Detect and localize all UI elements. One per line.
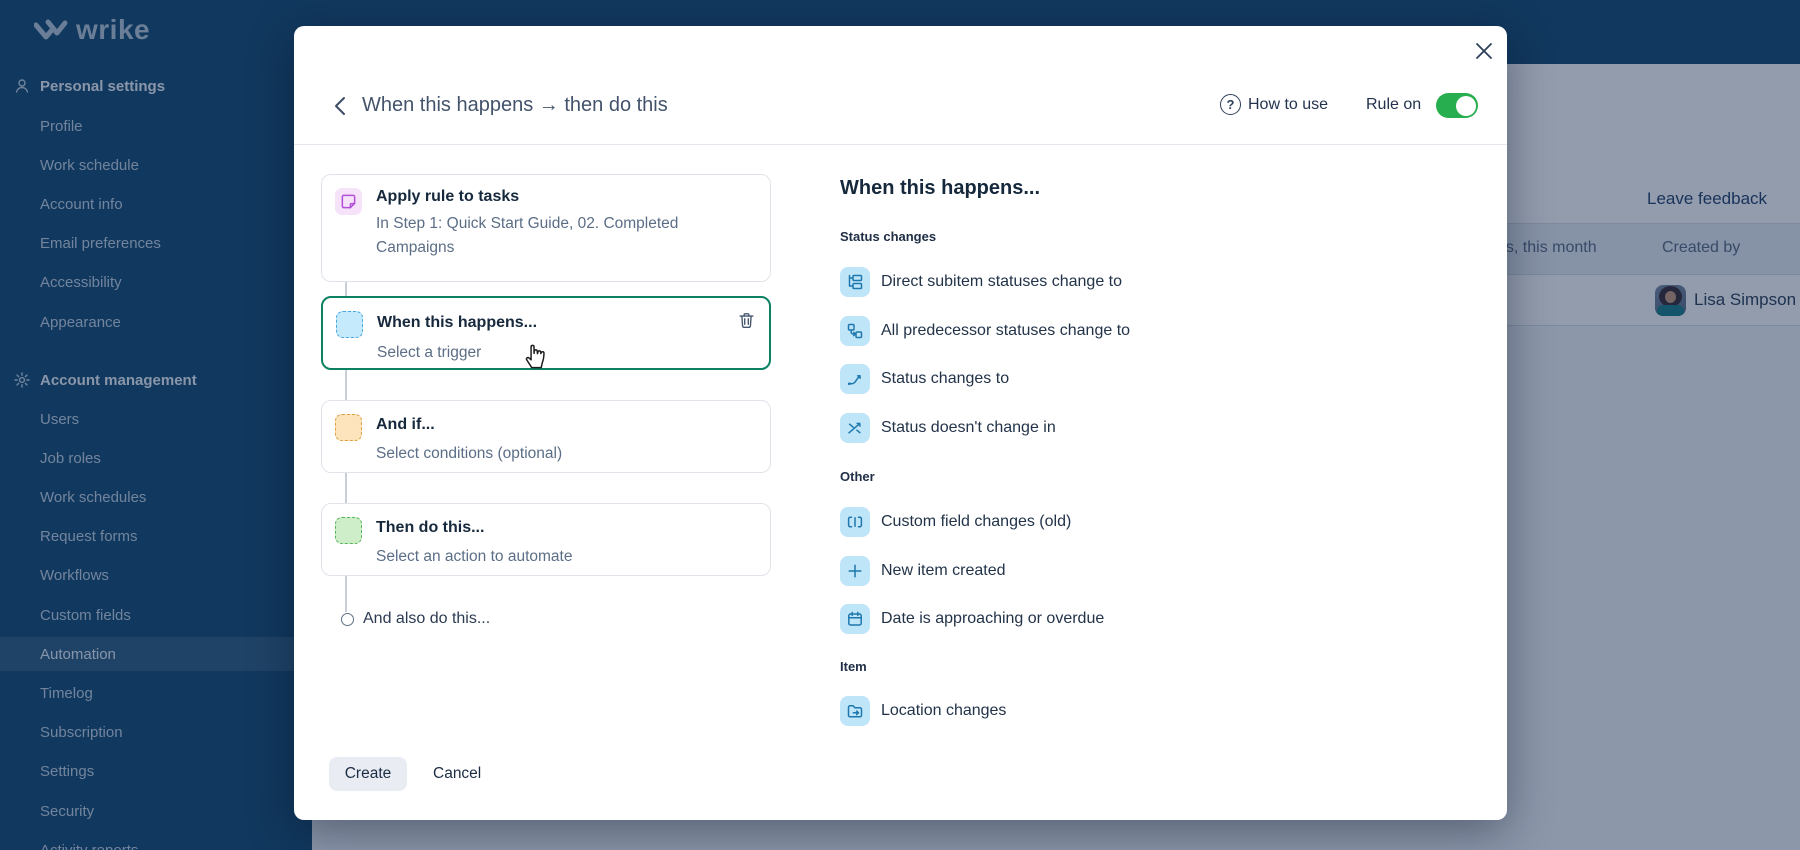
wrike-app: wrike Personal settingsProfileWork sched… (0, 0, 1800, 850)
when-this-happens-card[interactable]: When this happens... Select a trigger (321, 296, 771, 370)
card-title: When this happens... (377, 314, 537, 332)
close-icon[interactable] (1473, 40, 1495, 62)
action-placeholder-icon (335, 517, 362, 544)
trigger-option-location-changes[interactable]: Location changes (840, 696, 1006, 726)
trigger-option-status-changes-to[interactable]: Status changes to (840, 364, 1009, 394)
predecessor-statuses-icon (840, 316, 870, 346)
trigger-option-label: New item created (881, 562, 1006, 580)
trigger-section-label: Status changes (840, 229, 936, 244)
trigger-placeholder-icon (336, 311, 363, 338)
modal-body: Apply rule to tasks In Step 1: Quick Sta… (294, 145, 1507, 726)
status-not-change-icon (840, 413, 870, 443)
rule-on-toggle[interactable] (1436, 93, 1478, 118)
trigger-option-label: Date is approaching or overdue (881, 610, 1104, 628)
trigger-option-custom-field-changes-old-[interactable]: Custom field changes (old) (840, 507, 1071, 537)
calendar-icon (840, 604, 870, 634)
trigger-section-label: Item (840, 659, 867, 674)
back-icon[interactable] (330, 95, 352, 117)
trigger-option-label: Custom field changes (old) (881, 513, 1071, 531)
automation-rule-modal: When this happens → then do this ? How t… (294, 26, 1507, 820)
then-do-this-card[interactable]: Then do this... Select an action to auto… (321, 503, 771, 576)
modal-header: When this happens → then do this ? How t… (294, 26, 1507, 145)
and-also-do-this[interactable]: And also do this... (341, 610, 490, 628)
condition-placeholder-icon (335, 414, 362, 441)
how-to-use-label: How to use (1248, 96, 1328, 114)
trigger-panel-heading: When this happens... (840, 177, 1040, 200)
trigger-option-label: Status changes to (881, 370, 1009, 388)
card-subtitle: In Step 1: Quick Start Guide, 02. Comple… (376, 212, 758, 260)
trigger-option-label: Status doesn't change in (881, 419, 1056, 437)
card-subtitle: Select a trigger (377, 341, 759, 365)
hand-cursor-icon (521, 338, 551, 370)
trigger-option-new-item-created[interactable]: New item created (840, 556, 1006, 586)
how-to-use-link[interactable]: ? How to use (1220, 94, 1328, 115)
card-title: Apply rule to tasks (376, 188, 519, 206)
toggle-knob (1456, 96, 1476, 116)
and-if-card[interactable]: And if... Select conditions (optional) (321, 400, 771, 473)
trigger-option-status-doesnt-change-in[interactable]: Status doesn't change in (840, 413, 1056, 443)
subitem-statuses-icon (840, 267, 870, 297)
trigger-option-date-is-approaching-or-overdue[interactable]: Date is approaching or overdue (840, 604, 1104, 634)
custom-field-icon (840, 507, 870, 537)
plus-icon (840, 556, 870, 586)
card-title: Then do this... (376, 519, 484, 537)
trigger-option-label: Direct subitem statuses change to (881, 273, 1122, 291)
trigger-section-label: Other (840, 469, 875, 484)
trigger-option-direct-subitem-statuses-change-to[interactable]: Direct subitem statuses change to (840, 267, 1122, 297)
modal-footer: Create Cancel (294, 726, 1507, 820)
trigger-option-label: All predecessor statuses change to (881, 322, 1130, 340)
cancel-button[interactable]: Cancel (433, 757, 481, 791)
card-subtitle: Select conditions (optional) (376, 442, 758, 466)
status-changes-to-icon (840, 364, 870, 394)
create-button[interactable]: Create (329, 757, 407, 791)
note-icon (335, 188, 362, 215)
trigger-option-all-predecessor-statuses-change-to[interactable]: All predecessor statuses change to (840, 316, 1130, 346)
trigger-panel: When this happens... Status changes Direc… (840, 145, 1480, 726)
add-step-circle-icon (341, 613, 354, 626)
apply-rule-card[interactable]: Apply rule to tasks In Step 1: Quick Sta… (321, 174, 771, 282)
question-circle-icon: ? (1220, 94, 1241, 115)
and-also-label: And also do this... (363, 610, 490, 628)
card-title: And if... (376, 416, 435, 434)
trigger-option-label: Location changes (881, 702, 1006, 720)
modal-title: When this happens → then do this (362, 94, 668, 117)
rule-on-label: Rule on (1366, 96, 1421, 114)
trash-icon[interactable] (737, 311, 756, 330)
card-subtitle: Select an action to automate (376, 545, 758, 569)
folder-move-icon (840, 696, 870, 726)
